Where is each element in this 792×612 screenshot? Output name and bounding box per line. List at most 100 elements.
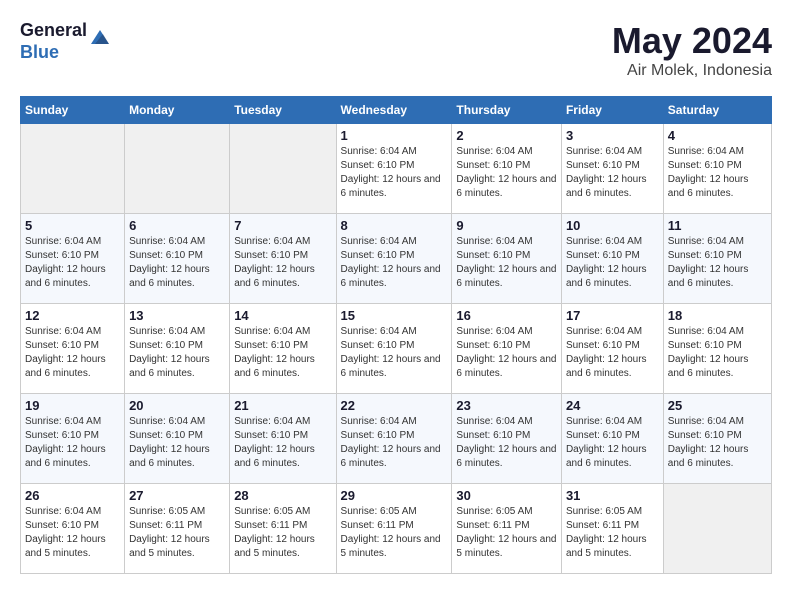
- day-info: Sunrise: 6:04 AM Sunset: 6:10 PM Dayligh…: [456, 145, 557, 201]
- day-number: 5: [25, 218, 120, 233]
- calendar-cell: [125, 124, 230, 214]
- calendar-cell: 19 Sunrise: 6:04 AM Sunset: 6:10 PM Dayli…: [21, 394, 125, 484]
- header-thursday: Thursday: [452, 97, 562, 124]
- calendar-cell: 30 Sunrise: 6:05 AM Sunset: 6:11 PM Dayli…: [452, 484, 562, 574]
- header-sunday: Sunday: [21, 97, 125, 124]
- day-number: 1: [341, 128, 448, 143]
- day-number: 25: [668, 398, 767, 413]
- day-info: Sunrise: 6:04 AM Sunset: 6:10 PM Dayligh…: [668, 145, 767, 201]
- day-number: 22: [341, 398, 448, 413]
- page-header: GeneralBlue May 2024 Air Molek, Indonesi…: [20, 20, 772, 80]
- day-info: Sunrise: 6:05 AM Sunset: 6:11 PM Dayligh…: [129, 505, 225, 561]
- calendar-table: Sunday Monday Tuesday Wednesday Thursday…: [20, 96, 772, 574]
- day-number: 29: [341, 488, 448, 503]
- logo: GeneralBlue: [20, 20, 111, 63]
- header-monday: Monday: [125, 97, 230, 124]
- day-info: Sunrise: 6:04 AM Sunset: 6:10 PM Dayligh…: [25, 505, 120, 561]
- day-info: Sunrise: 6:05 AM Sunset: 6:11 PM Dayligh…: [341, 505, 448, 561]
- calendar-cell: 29 Sunrise: 6:05 AM Sunset: 6:11 PM Dayli…: [336, 484, 452, 574]
- day-info: Sunrise: 6:04 AM Sunset: 6:10 PM Dayligh…: [456, 235, 557, 291]
- day-number: 17: [566, 308, 659, 323]
- day-number: 4: [668, 128, 767, 143]
- day-number: 10: [566, 218, 659, 233]
- calendar-cell: 7 Sunrise: 6:04 AM Sunset: 6:10 PM Daylig…: [230, 214, 336, 304]
- calendar-cell: 23 Sunrise: 6:04 AM Sunset: 6:10 PM Dayli…: [452, 394, 562, 484]
- day-number: 3: [566, 128, 659, 143]
- day-info: Sunrise: 6:04 AM Sunset: 6:10 PM Dayligh…: [25, 235, 120, 291]
- logo-icon: [89, 26, 111, 48]
- header-tuesday: Tuesday: [230, 97, 336, 124]
- day-info: Sunrise: 6:04 AM Sunset: 6:10 PM Dayligh…: [129, 235, 225, 291]
- day-info: Sunrise: 6:04 AM Sunset: 6:10 PM Dayligh…: [456, 415, 557, 471]
- day-info: Sunrise: 6:04 AM Sunset: 6:10 PM Dayligh…: [566, 325, 659, 381]
- day-number: 7: [234, 218, 331, 233]
- day-info: Sunrise: 6:04 AM Sunset: 6:10 PM Dayligh…: [25, 415, 120, 471]
- calendar-week-row: 5 Sunrise: 6:04 AM Sunset: 6:10 PM Daylig…: [21, 214, 772, 304]
- day-info: Sunrise: 6:04 AM Sunset: 6:10 PM Dayligh…: [234, 235, 331, 291]
- calendar-week-row: 1 Sunrise: 6:04 AM Sunset: 6:10 PM Daylig…: [21, 124, 772, 214]
- day-number: 12: [25, 308, 120, 323]
- calendar-cell: 13 Sunrise: 6:04 AM Sunset: 6:10 PM Dayli…: [125, 304, 230, 394]
- calendar-cell: 26Sunrise: 6:04 AM Sunset: 6:10 PM Dayli…: [21, 484, 125, 574]
- calendar-cell: 2 Sunrise: 6:04 AM Sunset: 6:10 PM Daylig…: [452, 124, 562, 214]
- calendar-cell: [21, 124, 125, 214]
- calendar-cell: [663, 484, 771, 574]
- calendar-cell: 4 Sunrise: 6:04 AM Sunset: 6:10 PM Daylig…: [663, 124, 771, 214]
- day-number: 27: [129, 488, 225, 503]
- calendar-cell: 16Sunrise: 6:04 AM Sunset: 6:10 PM Dayli…: [452, 304, 562, 394]
- day-number: 30: [456, 488, 557, 503]
- day-number: 15: [341, 308, 448, 323]
- calendar-cell: 8 Sunrise: 6:04 AM Sunset: 6:10 PM Daylig…: [336, 214, 452, 304]
- day-number: 21: [234, 398, 331, 413]
- day-info: Sunrise: 6:04 AM Sunset: 6:10 PM Dayligh…: [129, 325, 225, 381]
- day-info: Sunrise: 6:04 AM Sunset: 6:10 PM Dayligh…: [566, 235, 659, 291]
- title-area: May 2024 Air Molek, Indonesia: [612, 20, 772, 80]
- calendar-cell: 27 Sunrise: 6:05 AM Sunset: 6:11 PM Dayli…: [125, 484, 230, 574]
- day-number: 6: [129, 218, 225, 233]
- day-info: Sunrise: 6:04 AM Sunset: 6:10 PM Dayligh…: [566, 145, 659, 201]
- calendar-cell: 24Sunrise: 6:04 AM Sunset: 6:10 PM Dayli…: [561, 394, 663, 484]
- day-info: Sunrise: 6:04 AM Sunset: 6:10 PM Dayligh…: [341, 415, 448, 471]
- day-info: Sunrise: 6:04 AM Sunset: 6:10 PM Dayligh…: [25, 325, 120, 381]
- calendar-week-row: 12 Sunrise: 6:04 AM Sunset: 6:10 PM Dayli…: [21, 304, 772, 394]
- calendar-cell: [230, 124, 336, 214]
- day-info: Sunrise: 6:04 AM Sunset: 6:10 PM Dayligh…: [234, 325, 331, 381]
- location-subtitle: Air Molek, Indonesia: [612, 62, 772, 80]
- day-info: Sunrise: 6:04 AM Sunset: 6:10 PM Dayligh…: [668, 325, 767, 381]
- header-friday: Friday: [561, 97, 663, 124]
- day-number: 23: [456, 398, 557, 413]
- calendar-week-row: 19 Sunrise: 6:04 AM Sunset: 6:10 PM Dayli…: [21, 394, 772, 484]
- day-info: Sunrise: 6:04 AM Sunset: 6:10 PM Dayligh…: [129, 415, 225, 471]
- day-info: Sunrise: 6:05 AM Sunset: 6:11 PM Dayligh…: [456, 505, 557, 561]
- logo-text: GeneralBlue: [20, 20, 87, 63]
- day-number: 8: [341, 218, 448, 233]
- calendar-cell: 31 Sunrise: 6:05 AM Sunset: 6:11 PM Dayli…: [561, 484, 663, 574]
- calendar-cell: 20Sunrise: 6:04 AM Sunset: 6:10 PM Dayli…: [125, 394, 230, 484]
- calendar-cell: 21Sunrise: 6:04 AM Sunset: 6:10 PM Dayli…: [230, 394, 336, 484]
- day-number: 24: [566, 398, 659, 413]
- day-number: 18: [668, 308, 767, 323]
- header-wednesday: Wednesday: [336, 97, 452, 124]
- calendar-cell: 14 Sunrise: 6:04 AM Sunset: 6:10 PM Dayli…: [230, 304, 336, 394]
- day-number: 31: [566, 488, 659, 503]
- day-number: 13: [129, 308, 225, 323]
- day-info: Sunrise: 6:04 AM Sunset: 6:10 PM Dayligh…: [341, 235, 448, 291]
- calendar-cell: 17 Sunrise: 6:04 AM Sunset: 6:10 PM Dayli…: [561, 304, 663, 394]
- calendar-cell: 25 Sunrise: 6:04 AM Sunset: 6:10 PM Dayli…: [663, 394, 771, 484]
- logo-blue-text: Blue: [20, 42, 59, 62]
- day-info: Sunrise: 6:05 AM Sunset: 6:11 PM Dayligh…: [566, 505, 659, 561]
- calendar-cell: 12 Sunrise: 6:04 AM Sunset: 6:10 PM Dayli…: [21, 304, 125, 394]
- calendar-week-row: 26Sunrise: 6:04 AM Sunset: 6:10 PM Dayli…: [21, 484, 772, 574]
- day-info: Sunrise: 6:05 AM Sunset: 6:11 PM Dayligh…: [234, 505, 331, 561]
- calendar-cell: 28 Sunrise: 6:05 AM Sunset: 6:11 PM Dayli…: [230, 484, 336, 574]
- day-number: 19: [25, 398, 120, 413]
- main-title: May 2024: [612, 20, 772, 62]
- calendar-cell: 1Sunrise: 6:04 AM Sunset: 6:10 PM Daylig…: [336, 124, 452, 214]
- day-number: 16: [456, 308, 557, 323]
- day-number: 2: [456, 128, 557, 143]
- calendar-cell: 6 Sunrise: 6:04 AM Sunset: 6:10 PM Daylig…: [125, 214, 230, 304]
- day-number: 14: [234, 308, 331, 323]
- calendar-cell: 10 Sunrise: 6:04 AM Sunset: 6:10 PM Dayli…: [561, 214, 663, 304]
- day-number: 28: [234, 488, 331, 503]
- day-info: Sunrise: 6:04 AM Sunset: 6:10 PM Dayligh…: [668, 415, 767, 471]
